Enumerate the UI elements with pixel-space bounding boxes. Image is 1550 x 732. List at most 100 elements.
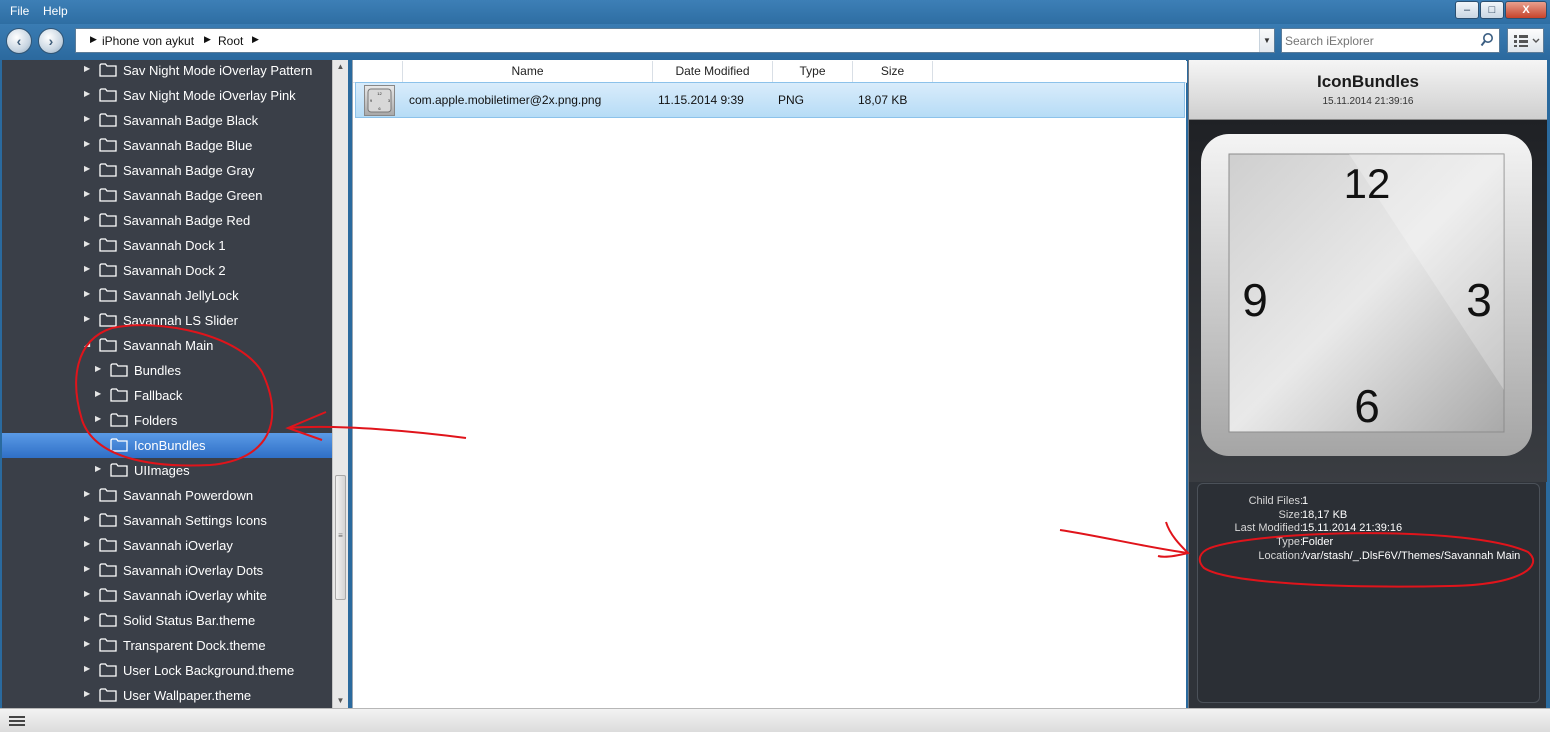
expand-arrow-icon[interactable]: ▶	[84, 564, 90, 573]
forward-button[interactable]: ›	[38, 28, 64, 54]
tree-item[interactable]: ▶ Savannah Badge Blue	[2, 133, 332, 158]
folder-icon	[99, 263, 117, 277]
collapse-arrow-icon[interactable]: ◢	[84, 339, 90, 348]
info-label: Last Modified:	[1234, 522, 1303, 534]
scroll-thumb[interactable]: ≡	[335, 475, 346, 600]
breadcrumb-root[interactable]: Root	[218, 34, 243, 48]
tree-item[interactable]: ▶ User Lock Background.theme	[2, 658, 332, 683]
expand-arrow-icon[interactable]: ▶	[84, 64, 90, 73]
tree-item[interactable]: ▶ Savannah Dock 2	[2, 258, 332, 283]
menu-help[interactable]: Help	[43, 4, 68, 18]
expand-arrow-icon[interactable]: ▶	[84, 264, 90, 273]
clock-number-3: 3	[1466, 274, 1492, 326]
folder-icon	[110, 463, 128, 477]
info-label: Size:	[1278, 509, 1303, 521]
folder-icon	[99, 63, 117, 77]
tree-item[interactable]: ▶ Savannah iOverlay Dots	[2, 558, 332, 583]
expand-arrow-icon[interactable]: ▶	[84, 164, 90, 173]
clock-number-6: 6	[1354, 380, 1380, 432]
tree-item[interactable]: ▶ Bundles	[2, 358, 332, 383]
tree-item[interactable]: ▶ Savannah Settings Icons	[2, 508, 332, 533]
view-options-button[interactable]	[1507, 28, 1544, 53]
folder-icon	[99, 563, 117, 577]
column-header-name[interactable]: Name	[403, 61, 653, 82]
file-date: 11.15.2014 9:39	[658, 93, 744, 107]
expand-arrow-icon[interactable]: ▶	[84, 664, 90, 673]
tree-item-label: Sav Night Mode iOverlay Pink	[123, 88, 296, 103]
tree-item[interactable]: ▶ Transparent Dock.theme	[2, 633, 332, 658]
tree-item[interactable]: ▶ Savannah Powerdown	[2, 483, 332, 508]
column-header-date[interactable]: Date Modified	[653, 61, 773, 82]
tree-item[interactable]: ▶ Savannah LS Slider	[2, 308, 332, 333]
search-input[interactable]	[1285, 32, 1475, 49]
tree-item[interactable]: ▶ Fallback	[2, 383, 332, 408]
tree-item-label: Savannah Main	[123, 338, 214, 353]
file-thumbnail-icon: 12 3 6 9	[364, 85, 395, 116]
scroll-up-icon[interactable]: ▲	[333, 60, 348, 74]
expand-arrow-icon[interactable]: ▶	[84, 614, 90, 623]
tree-item-label: Savannah iOverlay white	[123, 588, 267, 603]
tree-item[interactable]: ▶ Savannah Badge Red	[2, 208, 332, 233]
preview-date: 15.11.2014 21:39:16	[1322, 96, 1414, 107]
tree-item[interactable]: ▶ Savannah iOverlay white	[2, 583, 332, 608]
tree-item[interactable]: ▶ Savannah Badge Black	[2, 108, 332, 133]
table-row[interactable]: 12 3 6 9 com.apple.mobiletimer@2x.png.pn…	[355, 82, 1185, 118]
column-header-icon	[353, 61, 403, 82]
tree-item[interactable]: ▶ Folders	[2, 408, 332, 433]
search-icon[interactable]	[1480, 32, 1494, 48]
breadcrumb-device[interactable]: iPhone von aykut	[102, 34, 194, 48]
folder-icon	[99, 113, 117, 127]
navigation-bar: ‹ › ▶ iPhone von aykut ▶ Root ▶ ▼	[0, 24, 1550, 60]
scroll-down-icon[interactable]: ▼	[333, 694, 348, 708]
tree-item-label: User Wallpaper.theme	[123, 688, 252, 703]
back-button[interactable]: ‹	[6, 28, 32, 54]
expand-arrow-icon[interactable]: ▶	[84, 314, 90, 323]
expand-arrow-icon[interactable]: ▶	[95, 389, 101, 398]
expand-arrow-icon[interactable]: ▶	[84, 89, 90, 98]
tree-item[interactable]: ▶ Savannah Dock 1	[2, 233, 332, 258]
tree-scrollbar[interactable]: ▲ ≡ ▼	[332, 60, 348, 708]
tree-item[interactable]: ▶ Savannah Badge Gray	[2, 158, 332, 183]
minimize-button[interactable]: –	[1455, 1, 1479, 19]
expand-arrow-icon[interactable]: ▶	[84, 689, 90, 698]
address-dropdown-icon[interactable]: ▼	[1259, 29, 1274, 52]
address-bar[interactable]: ▶ iPhone von aykut ▶ Root ▶ ▼	[75, 28, 1275, 53]
expand-arrow-icon[interactable]: ▶	[84, 114, 90, 123]
expand-arrow-icon[interactable]: ▶	[84, 139, 90, 148]
tree-item-label: Folders	[134, 413, 178, 428]
expand-arrow-icon[interactable]: ▶	[84, 589, 90, 598]
expand-arrow-icon[interactable]: ▶	[95, 464, 101, 473]
svg-text:12: 12	[377, 91, 382, 96]
tree-item[interactable]: IconBundles	[2, 433, 332, 458]
tree-item[interactable]: ▶ Sav Night Mode iOverlay Pattern	[2, 60, 332, 83]
folder-icon	[99, 538, 117, 552]
expand-arrow-icon[interactable]: ▶	[95, 414, 101, 423]
tree-item-label: Savannah LS Slider	[123, 313, 238, 328]
column-header-size[interactable]: Size	[853, 61, 933, 82]
maximize-button[interactable]: □	[1480, 1, 1504, 19]
expand-arrow-icon[interactable]: ▶	[84, 639, 90, 648]
menu-file[interactable]: File	[10, 4, 29, 18]
tree-item[interactable]: ◢ Savannah Main	[2, 333, 332, 358]
expand-arrow-icon[interactable]: ▶	[84, 514, 90, 523]
expand-arrow-icon[interactable]: ▶	[84, 289, 90, 298]
column-header-type[interactable]: Type	[773, 61, 853, 82]
expand-arrow-icon[interactable]: ▶	[84, 239, 90, 248]
tree-item[interactable]: ▶ Savannah iOverlay	[2, 533, 332, 558]
tree-item[interactable]: ▶ UIImages	[2, 458, 332, 483]
close-button[interactable]: X	[1505, 1, 1547, 19]
tree-item[interactable]: ▶ Solid Status Bar.theme	[2, 608, 332, 633]
expand-arrow-icon[interactable]: ▶	[84, 189, 90, 198]
expand-arrow-icon[interactable]: ▶	[84, 539, 90, 548]
expand-arrow-icon[interactable]: ▶	[84, 489, 90, 498]
tree-item[interactable]: ▶ Sav Night Mode iOverlay Pink	[2, 83, 332, 108]
expand-arrow-icon[interactable]: ▶	[84, 214, 90, 223]
info-label: Child Files:	[1248, 495, 1303, 507]
tree-item-label: Savannah JellyLock	[123, 288, 239, 303]
tree-item[interactable]: ▶ User Wallpaper.theme	[2, 683, 332, 708]
expand-arrow-icon[interactable]: ▶	[95, 364, 101, 373]
tree-item[interactable]: ▶ Savannah JellyLock	[2, 283, 332, 308]
tree-item[interactable]: ▶ Savannah Badge Green	[2, 183, 332, 208]
tree-item-label: Savannah Badge Green	[123, 188, 263, 203]
menu-icon[interactable]	[8, 714, 26, 728]
